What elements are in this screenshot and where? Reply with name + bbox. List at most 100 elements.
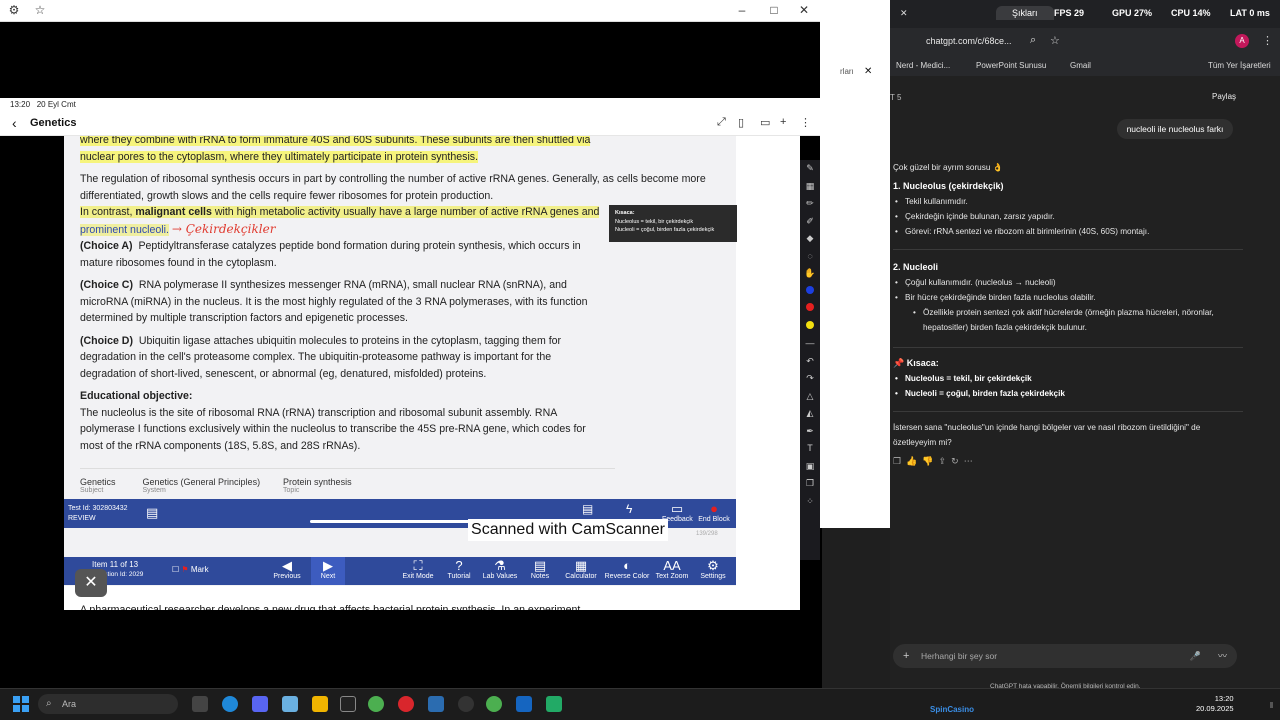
previous-button[interactable]: ◀ Previous — [270, 559, 304, 581]
line-width-icon[interactable]: — — [800, 335, 820, 353]
chat-input[interactable]: + Herhangi bir şey sor 🎤 〰 — [893, 644, 1237, 668]
chrome-icon[interactable] — [368, 696, 384, 712]
fill-icon[interactable]: ◭ — [800, 405, 820, 423]
calculator-grid-icon[interactable]: ▤ — [146, 505, 158, 521]
bookmark-item[interactable]: Nerd - Medici... — [896, 61, 950, 70]
task-view-icon[interactable] — [192, 696, 208, 712]
chat-area: T 5 Paylaş Çok güzel bir ayrım sorusu 👌 … — [890, 76, 1280, 690]
app-icon[interactable] — [516, 696, 532, 712]
taskbar-clock[interactable]: 13:20 20.09.2025 — [1196, 694, 1234, 714]
exit-mode-button[interactable]: ⛶ Exit Mode — [400, 559, 436, 581]
tab-active[interactable]: Şıkları — [996, 6, 1054, 20]
mic-icon[interactable]: 🎤 — [1190, 644, 1201, 668]
minimize-button[interactable]: – — [734, 3, 750, 17]
grid-icon[interactable]: ▦ — [800, 178, 820, 196]
book-icon[interactable]: ▯ — [738, 116, 744, 129]
add-icon[interactable]: + — [780, 116, 786, 128]
store-icon[interactable] — [428, 696, 444, 712]
reverse-color-button[interactable]: ◐ Reverse Color — [604, 559, 650, 581]
text-zoom-button[interactable]: AA Text Zoom — [654, 559, 690, 581]
app-icon[interactable] — [458, 696, 474, 712]
undo-icon[interactable]: ↶ — [800, 353, 820, 371]
close-icon[interactable]: ✕ — [75, 569, 107, 597]
discord-icon[interactable] — [252, 696, 268, 712]
chrome-icon[interactable] — [486, 696, 502, 712]
passage-text: with high metabolic activity usually hav… — [211, 206, 600, 218]
folder-icon[interactable] — [312, 696, 328, 712]
search-icon[interactable]: ⌕ — [1030, 34, 1036, 47]
color-blue-swatch[interactable] — [800, 283, 820, 301]
app-icon[interactable] — [546, 696, 562, 712]
apps-icon[interactable]: ⁘ — [800, 493, 820, 511]
model-selector[interactable]: T 5 — [890, 90, 901, 105]
status-time: 13:20 — [10, 100, 31, 109]
pencil-icon[interactable]: ✏ — [800, 195, 820, 213]
redo-icon[interactable]: ↷ — [800, 370, 820, 388]
highlighter-icon[interactable]: ✐ — [800, 213, 820, 231]
copy-icon[interactable]: ❐ — [893, 456, 901, 466]
maximize-button[interactable]: □ — [766, 3, 782, 17]
close-icon[interactable]: ✕ — [864, 66, 872, 77]
color-red-swatch[interactable] — [800, 300, 820, 318]
choice-d-label: (Choice D) — [80, 334, 133, 347]
app-icon[interactable] — [282, 696, 298, 712]
lightning-icon[interactable]: ϟ — [626, 502, 632, 516]
hand-icon[interactable]: ✋ — [800, 265, 820, 283]
pen-icon[interactable]: ✎ — [800, 160, 820, 178]
more-icon[interactable]: ⋮ — [800, 116, 811, 129]
bookmark-icon[interactable]: ▭ — [760, 116, 770, 129]
color-yellow-swatch[interactable] — [800, 318, 820, 336]
mark-checkbox[interactable]: ☐ ⚑ Mark — [172, 565, 209, 574]
document-icon[interactable]: ▤ — [582, 502, 593, 516]
star-icon[interactable]: ☆ — [1050, 34, 1060, 47]
meta-topic: Protein synthesis Topic — [283, 477, 352, 494]
lab-values-button[interactable]: ⚗ Lab Values — [480, 559, 520, 581]
close-icon[interactable]: ✕ — [900, 8, 908, 19]
voice-icon[interactable]: 〰 — [1218, 644, 1227, 668]
thumbs-up-icon[interactable]: 👍 — [906, 456, 917, 466]
regenerate-icon[interactable]: ↻ — [951, 456, 959, 466]
lat-overlay: LAT 0 ms — [1230, 8, 1270, 18]
eraser-icon[interactable]: ◆ — [800, 230, 820, 248]
thumbs-down-icon[interactable]: 👎 — [922, 456, 933, 466]
show-desktop[interactable] — [1270, 702, 1273, 708]
copy-icon[interactable]: ❐ — [800, 475, 820, 493]
plus-icon[interactable]: + — [903, 644, 909, 668]
list-item: Nucleoli = çoğul, birden fazla çekirdekç… — [893, 386, 1243, 401]
text-icon[interactable]: T — [800, 440, 820, 458]
bookmark-item[interactable]: PowerPoint Sunusu — [976, 61, 1046, 70]
image-icon[interactable]: ▣ — [800, 458, 820, 476]
app-icon[interactable] — [340, 696, 356, 712]
more-icon[interactable]: ⋯ — [964, 456, 973, 466]
brand-label: SpinCasino — [930, 705, 975, 714]
tutorial-button[interactable]: ? Tutorial — [442, 559, 476, 581]
settings-icon[interactable]: ⚙ — [6, 3, 22, 17]
end-block-button[interactable]: ● End Block — [694, 502, 734, 524]
notes-button[interactable]: ▤ Notes — [524, 559, 556, 581]
calculator-button[interactable]: ▦ Calculator — [562, 559, 600, 581]
bookmark-item[interactable]: Tüm Yer İşaretleri — [1208, 61, 1271, 70]
settings-button[interactable]: ⚙ Settings — [696, 559, 730, 581]
star-icon[interactable]: ☆ — [32, 3, 48, 17]
expand-icon[interactable]: ⤢ — [717, 116, 726, 129]
share-button[interactable]: Paylaş — [1212, 89, 1236, 104]
marker-icon[interactable]: ✒ — [800, 423, 820, 441]
taskbar-search[interactable]: ⌕ Ara — [38, 694, 178, 714]
back-arrow-icon[interactable]: ‹ — [12, 115, 17, 131]
edge-icon[interactable] — [222, 696, 238, 712]
windows-start-icon[interactable] — [13, 696, 29, 712]
opera-icon[interactable] — [398, 696, 414, 712]
passage-text: In contrast, — [80, 206, 136, 218]
lasso-icon[interactable]: ◌ — [800, 248, 820, 266]
chat-input-placeholder: Herhangi bir şey sor — [921, 651, 998, 661]
url-field[interactable]: chatgpt.com/c/68ce... — [926, 36, 1012, 46]
share-icon[interactable]: ⇪ — [939, 456, 947, 466]
passage-text: prominent nucleoli. — [80, 223, 169, 236]
shape-icon[interactable]: △ — [800, 388, 820, 406]
educational-objective-text: The nucleolus is the site of ribosomal R… — [80, 406, 586, 452]
avatar[interactable]: A — [1235, 34, 1249, 48]
bookmark-item[interactable]: Gmail — [1070, 61, 1091, 70]
close-button[interactable]: ✕ — [796, 3, 812, 17]
next-button[interactable]: ▶ Next — [311, 557, 345, 585]
more-icon[interactable]: ⋮ — [1262, 34, 1273, 47]
